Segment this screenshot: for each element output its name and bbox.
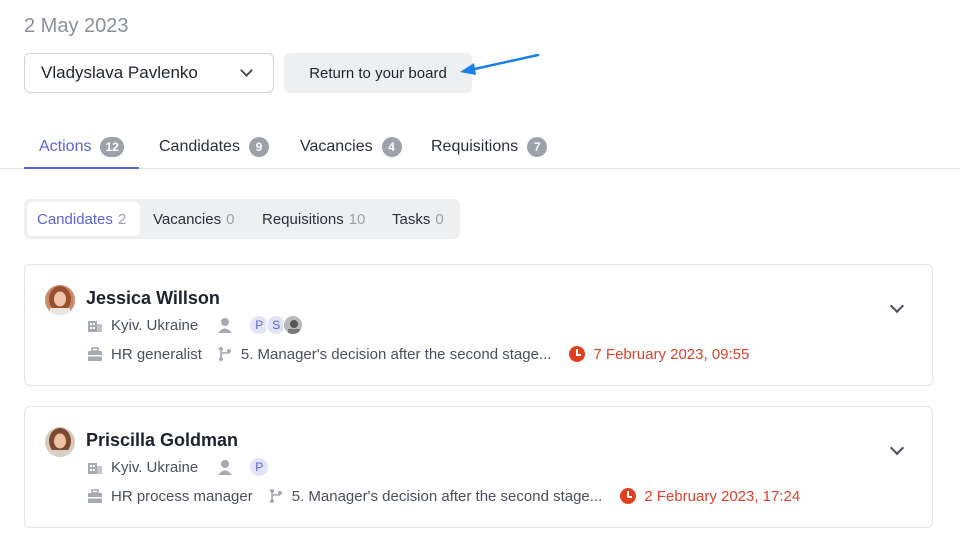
tab-count-badge: 4 — [381, 136, 402, 157]
avatar — [45, 427, 75, 457]
user-select[interactable]: Vladyslava Pavlenko — [24, 53, 274, 93]
pipeline-stage-icon — [216, 345, 234, 363]
subtab-count: 0 — [435, 210, 444, 228]
candidate-position: HR process manager — [111, 487, 253, 505]
subtab-count: 10 — [348, 210, 366, 228]
subtab-label: Candidates — [37, 210, 113, 228]
subtab-candidates[interactable]: Candidates 2 — [27, 202, 140, 236]
expand-chevron-icon[interactable] — [889, 298, 905, 314]
building-icon — [86, 316, 104, 334]
avatar — [45, 285, 75, 315]
candidate-stage: 5. Manager's decision after the second s… — [240, 345, 552, 363]
page-date: 2 May 2023 — [24, 15, 129, 37]
briefcase-icon — [86, 487, 104, 505]
due-date-text: 7 February 2023, 09:55 — [593, 345, 750, 363]
briefcase-icon — [86, 345, 104, 363]
tab-actions[interactable]: Actions 12 — [24, 125, 139, 169]
candidate-detail-row: HR generalist 5. Manager's decision afte… — [86, 345, 749, 363]
candidate-position: HR generalist — [111, 345, 202, 363]
pointer-arrow-icon — [460, 53, 540, 75]
main-tabs: Actions 12 Candidates 9 Vacancies 4 Requ… — [0, 125, 960, 169]
tab-label: Candidates — [159, 137, 240, 155]
tab-count-badge: 12 — [100, 136, 124, 157]
subtab-label: Tasks — [392, 210, 431, 228]
subtab-count: 2 — [117, 210, 127, 228]
candidate-name[interactable]: Priscilla Goldman — [86, 430, 238, 451]
person-icon — [216, 458, 234, 476]
candidate-location: Kyiv. Ukraine — [111, 316, 199, 334]
candidate-detail-row: HR process manager 5. Manager's decision… — [86, 487, 800, 505]
expand-chevron-icon[interactable] — [889, 440, 905, 456]
clock-icon — [569, 346, 586, 362]
due-date-text: 2 February 2023, 17:24 — [644, 487, 801, 505]
candidate-meta-row: Kyiv. Ukraine P — [86, 457, 270, 477]
tab-requisitions[interactable]: Requisitions 7 — [431, 125, 548, 168]
subtab-vacancies[interactable]: Vacancies 0 — [143, 202, 244, 236]
subtab-count: 0 — [226, 210, 235, 228]
building-icon — [86, 458, 104, 476]
person-icon — [216, 316, 234, 334]
due-date: 7 February 2023, 09:55 — [569, 346, 749, 363]
return-to-board-button[interactable]: Return to your board — [284, 53, 472, 93]
tab-candidates[interactable]: Candidates 9 — [159, 125, 269, 168]
clock-icon — [620, 488, 637, 504]
candidate-meta-row: Kyiv. Ukraine P S — [86, 315, 304, 335]
candidate-card[interactable]: Priscilla Goldman Kyiv. Ukraine P HR pro… — [24, 406, 933, 528]
subtab-label: Requisitions — [262, 210, 344, 228]
candidate-card[interactable]: Jessica Willson Kyiv. Ukraine P S HR gen… — [24, 264, 933, 386]
candidate-stage: 5. Manager's decision after the second s… — [291, 487, 603, 505]
subtab-requisitions[interactable]: Requisitions 10 — [252, 202, 375, 236]
pipeline-stage-icon — [267, 487, 285, 505]
tab-label: Requisitions — [431, 137, 519, 155]
recruiter-badge[interactable]: P — [249, 457, 270, 477]
recruiter-avatar[interactable] — [283, 315, 304, 335]
tab-count-badge: 9 — [248, 136, 269, 157]
candidate-name[interactable]: Jessica Willson — [86, 288, 220, 309]
tab-count-badge: 7 — [527, 136, 548, 157]
subtab-label: Vacancies — [153, 210, 222, 228]
tab-vacancies[interactable]: Vacancies 4 — [300, 125, 402, 168]
due-date: 2 February 2023, 17:24 — [620, 488, 800, 505]
subtab-tasks[interactable]: Tasks 0 — [382, 202, 454, 236]
user-select-value: Vladyslava Pavlenko — [41, 63, 198, 82]
tab-label: Vacancies — [300, 137, 373, 155]
candidate-location: Kyiv. Ukraine — [111, 458, 199, 476]
subtab-segmented-control: Candidates 2 Vacancies 0 Requisitions 10… — [24, 199, 460, 239]
tab-label: Actions — [39, 137, 92, 155]
chevron-down-icon — [240, 64, 253, 77]
